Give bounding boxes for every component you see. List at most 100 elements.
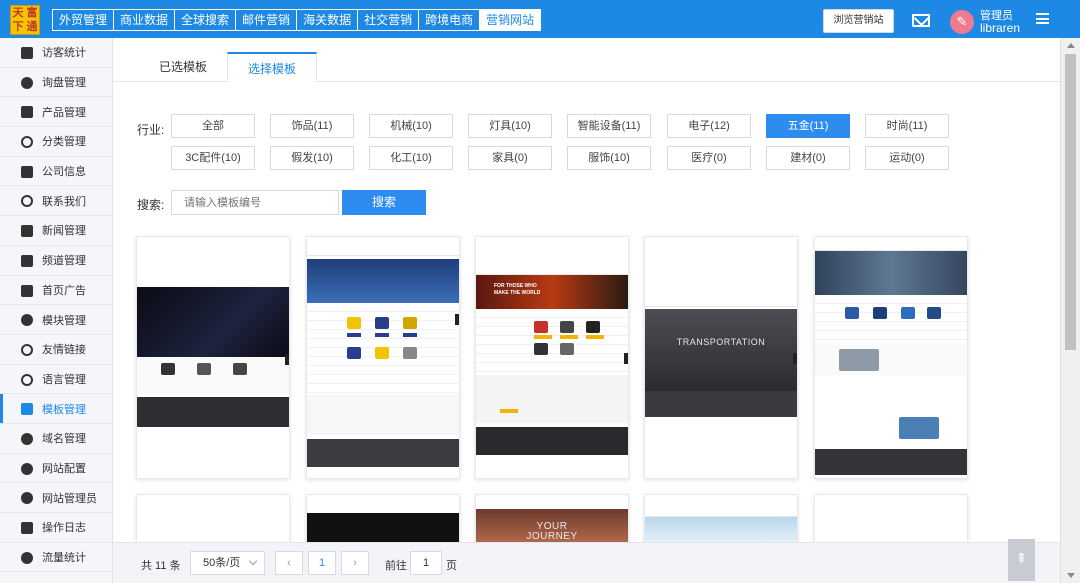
sidebar-item-channels[interactable]: 频道管理 xyxy=(0,246,112,276)
sidebar-item-contact[interactable]: 联系我们 xyxy=(0,186,112,217)
page-number-current[interactable]: 1 xyxy=(308,551,336,575)
sidebar-item-news[interactable]: 新闻管理 xyxy=(0,216,112,246)
list-icon xyxy=(21,136,33,149)
template-btn xyxy=(375,333,389,337)
template-btn xyxy=(403,333,417,337)
filter-chip[interactable]: 建材(0) xyxy=(766,146,850,170)
apps-icon xyxy=(21,106,33,119)
sidebar-item-home-ads[interactable]: 首页广告 xyxy=(0,276,112,306)
filter-chip[interactable]: 3C配件(10) xyxy=(171,146,255,170)
template-hero xyxy=(645,517,797,543)
sidebar-item-templates[interactable]: 模板管理 xyxy=(0,394,112,424)
filter-chip[interactable]: 智能设备(11) xyxy=(567,114,651,138)
template-about xyxy=(307,395,459,435)
template-card[interactable]: TRANSPORTATION xyxy=(644,236,798,479)
filter-chip[interactable]: 全部 xyxy=(171,114,255,138)
scroll-down-arrow-icon[interactable] xyxy=(1067,573,1075,578)
compass-icon xyxy=(21,343,33,356)
sidebar-item-traffic[interactable]: 流量统计 xyxy=(0,543,112,573)
filter-chip[interactable]: 化工(10) xyxy=(369,146,453,170)
prev-page-button[interactable]: ‹ xyxy=(275,551,303,575)
template-tabs: 已选模板 选择模板 xyxy=(113,38,1060,82)
filter-chip[interactable]: 机械(10) xyxy=(369,114,453,138)
sidebar: 访客统计 询盘管理 产品管理 分类管理 公司信息 联系我们 新闻管理 频道管理 … xyxy=(0,38,113,583)
topnav-global-search[interactable]: 全球搜索 xyxy=(175,10,237,30)
puzzle-icon xyxy=(21,314,33,327)
tab-choose-template[interactable]: 选择模板 xyxy=(227,52,317,82)
template-search-input[interactable] xyxy=(171,190,339,215)
template-thumb xyxy=(403,347,417,359)
sidebar-item-languages[interactable]: 语言管理 xyxy=(0,365,112,395)
brand-logo[interactable]: 天 富 下 通 xyxy=(10,5,40,35)
filter-chip[interactable]: 电子(12) xyxy=(667,114,751,138)
logo-char: 下 xyxy=(12,21,24,33)
filter-chip[interactable]: 饰品(11) xyxy=(270,114,354,138)
sidebar-item-site-admins[interactable]: 网站管理员 xyxy=(0,483,112,513)
users-icon xyxy=(21,492,33,505)
sidebar-item-products[interactable]: 产品管理 xyxy=(0,97,112,128)
topnav-customs-data[interactable]: 海关数据 xyxy=(297,10,359,30)
filter-chip[interactable]: 服饰(10) xyxy=(567,146,651,170)
template-thumb xyxy=(197,363,211,375)
news-icon xyxy=(21,225,33,238)
page-scrollbar[interactable] xyxy=(1060,38,1080,583)
user-info[interactable]: 管理员 libraren xyxy=(980,10,1020,34)
template-card[interactable] xyxy=(814,236,968,479)
topnav-email-marketing[interactable]: 邮件营销 xyxy=(236,10,298,30)
hamburger-menu-icon[interactable] xyxy=(1036,13,1049,24)
template-thumb xyxy=(403,317,417,329)
sidebar-item-company[interactable]: 公司信息 xyxy=(0,157,112,187)
browse-site-button[interactable]: 浏览营销站 xyxy=(823,9,894,33)
template-body xyxy=(137,357,289,395)
tab-selected-templates[interactable]: 已选模板 xyxy=(143,52,223,82)
filter-chip-active[interactable]: 五金(11) xyxy=(766,114,850,138)
topnav-business-data[interactable]: 商业数据 xyxy=(114,10,176,30)
sidebar-item-label: 新闻管理 xyxy=(42,225,86,238)
sidebar-item-inquiries[interactable]: 询盘管理 xyxy=(0,68,112,98)
template-card[interactable]: FOR THOSE WHO MAKE THE WORLD xyxy=(475,236,629,479)
topnav-social-marketing[interactable]: 社交营销 xyxy=(358,10,420,30)
back-to-top-button[interactable]: ⇞ xyxy=(1008,539,1035,581)
next-page-button[interactable]: › xyxy=(341,551,369,575)
filter-chip[interactable]: 家具(0) xyxy=(468,146,552,170)
sidebar-item-visitor-stats[interactable]: 访客统计 xyxy=(0,38,112,68)
sidebar-item-label: 首页广告 xyxy=(42,284,86,297)
filter-chip[interactable]: 灯具(10) xyxy=(468,114,552,138)
template-card[interactable] xyxy=(136,236,290,479)
sidebar-item-modules[interactable]: 模块管理 xyxy=(0,305,112,335)
logo-char: 富 xyxy=(26,7,38,19)
template-btn xyxy=(560,335,578,339)
mail-icon[interactable] xyxy=(912,14,930,27)
topnav-foreign-trade[interactable]: 外贸管理 xyxy=(53,10,115,30)
scrollbar-thumb[interactable] xyxy=(1065,54,1076,350)
goto-suffix: 页 xyxy=(446,560,457,572)
sidebar-item-site-config[interactable]: 网站配置 xyxy=(0,454,112,484)
sidebar-item-label: 产品管理 xyxy=(42,106,86,119)
template-header xyxy=(645,299,797,307)
filter-chip[interactable]: 时尚(11) xyxy=(865,114,949,138)
filter-chip[interactable]: 假发(10) xyxy=(270,146,354,170)
template-header xyxy=(645,509,797,517)
topnav-marketing-site[interactable]: 营销网站 xyxy=(480,10,541,30)
sidebar-item-categories[interactable]: 分类管理 xyxy=(0,127,112,157)
page-size-select[interactable]: 50条/页 xyxy=(190,551,265,575)
filter-chip[interactable]: 运动(0) xyxy=(865,146,949,170)
template-thumb xyxy=(347,317,361,329)
sidebar-item-logs[interactable]: 操作日志 xyxy=(0,513,112,543)
filter-chip[interactable]: 医疗(0) xyxy=(667,146,751,170)
sidebar-item-domains[interactable]: 域名管理 xyxy=(0,424,112,454)
chat-icon xyxy=(21,76,33,89)
sidebar-item-links[interactable]: 友情链接 xyxy=(0,335,112,365)
sidebar-item-label: 操作日志 xyxy=(42,522,86,535)
topnav-cross-border[interactable]: 跨境电商 xyxy=(419,10,481,30)
scroll-up-arrow-icon[interactable] xyxy=(1067,43,1075,48)
goto-page-input[interactable]: 1 xyxy=(410,551,442,575)
template-hero xyxy=(645,309,797,391)
template-thumb xyxy=(586,321,600,333)
template-thumb xyxy=(375,317,389,329)
template-card[interactable] xyxy=(306,236,460,479)
search-button[interactable]: 搜索 xyxy=(342,190,426,215)
template-btn xyxy=(500,409,518,413)
avatar[interactable]: ✎ xyxy=(950,10,974,34)
template-hero xyxy=(307,513,459,543)
